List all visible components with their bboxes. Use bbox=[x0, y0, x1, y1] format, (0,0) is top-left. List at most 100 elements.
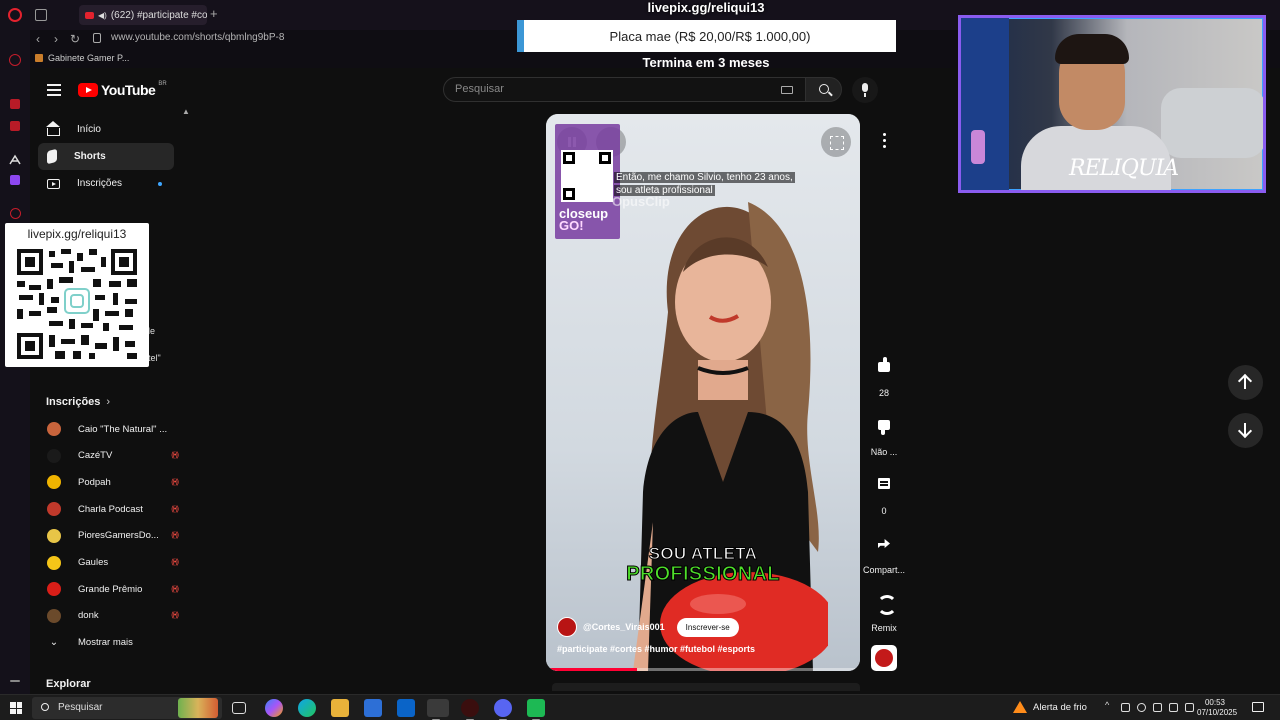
sidebar-item-shorts[interactable]: Shorts bbox=[38, 143, 174, 170]
show-more-button[interactable]: ⌄ Mostrar mais bbox=[38, 629, 178, 655]
livepix-qr-overlay: livepix.gg/reliqui13 bbox=[5, 223, 149, 367]
video-subject-image bbox=[633, 202, 828, 671]
sidebar-subscription-item[interactable]: Charla Podcast ((•)) bbox=[38, 496, 179, 522]
keyboard-icon[interactable] bbox=[781, 86, 793, 94]
more-options-icon[interactable] bbox=[872, 128, 896, 152]
voice-search-button[interactable] bbox=[852, 77, 878, 103]
store-icon[interactable] bbox=[364, 699, 382, 717]
sidebar-item-home[interactable]: Início bbox=[38, 116, 174, 143]
sponsor-brand: closeup GO! bbox=[559, 206, 609, 233]
pinned-app-icon[interactable] bbox=[9, 153, 21, 165]
subscriptions-heading[interactable]: Inscrições › bbox=[46, 396, 110, 408]
goal-deadline: Termina em 3 meses bbox=[642, 55, 770, 70]
task-view-icon[interactable] bbox=[232, 702, 246, 714]
warning-icon bbox=[1013, 701, 1027, 713]
history-icon[interactable] bbox=[10, 208, 21, 219]
opera-gx-taskbar-icon[interactable] bbox=[427, 699, 449, 720]
edge-icon[interactable] bbox=[298, 699, 316, 717]
chevron-down-icon: ⌄ bbox=[49, 636, 59, 648]
network-icon[interactable] bbox=[1169, 703, 1178, 712]
subscribe-button[interactable]: Inscrever-se bbox=[676, 617, 739, 637]
channel-avatar bbox=[47, 582, 61, 597]
search-button[interactable] bbox=[805, 77, 842, 102]
outlook-icon[interactable] bbox=[397, 699, 415, 717]
speaker-icon[interactable]: ◀) bbox=[98, 11, 107, 20]
bookmark-item[interactable]: Gabinete Gamer P... bbox=[35, 53, 129, 63]
sidebar-subscription-item[interactable]: Grande Prêmio ((•)) bbox=[38, 576, 179, 602]
sound-thumbnail[interactable] bbox=[871, 645, 897, 671]
guide-menu-icon[interactable] bbox=[47, 84, 61, 96]
video-hashtags[interactable]: #participate #cortes #humor #futebol #es… bbox=[557, 644, 755, 654]
remix-button[interactable]: Remix bbox=[860, 586, 908, 633]
fullscreen-button[interactable] bbox=[821, 127, 851, 157]
sidebar-item-subscriptions[interactable]: Inscrições bbox=[38, 170, 174, 197]
subscription-name: CazéTV bbox=[78, 450, 113, 462]
youtube-play-icon bbox=[78, 83, 98, 97]
channel-avatar bbox=[47, 608, 61, 623]
tray-app-icon[interactable] bbox=[1153, 703, 1162, 712]
copilot-icon[interactable] bbox=[265, 699, 283, 717]
volume-icon[interactable] bbox=[1185, 703, 1194, 712]
tray-chevron-icon[interactable]: ^ bbox=[1105, 700, 1114, 710]
more-icon[interactable] bbox=[10, 680, 20, 682]
thumbs-down-icon bbox=[868, 410, 900, 442]
webcam-brand: RELIQUIA bbox=[1069, 156, 1179, 181]
system-clock[interactable]: 00:53 07/10/2025 bbox=[1197, 698, 1237, 718]
live-indicator-icon: ((•)) bbox=[171, 532, 179, 540]
youtube-logo[interactable]: YouTube BR bbox=[78, 81, 167, 98]
app2-taskbar-icon[interactable] bbox=[527, 699, 545, 720]
shorts-player[interactable]: closeup GO! Então, me chamo Silvio, tenho… bbox=[546, 114, 860, 671]
file-explorer-icon[interactable] bbox=[331, 699, 349, 717]
dislike-label: Não ... bbox=[870, 447, 898, 457]
back-icon[interactable]: ‹ bbox=[36, 32, 40, 46]
previous-short-button[interactable] bbox=[1228, 365, 1263, 400]
messenger-icon[interactable] bbox=[10, 99, 20, 109]
search-input[interactable] bbox=[455, 83, 775, 95]
remix-label: Remix bbox=[871, 623, 897, 633]
weather-widget[interactable]: Alerta de frio bbox=[1013, 701, 1087, 713]
next-short-button[interactable] bbox=[1228, 413, 1263, 448]
taskbar-search[interactable]: Pesquisar bbox=[32, 697, 222, 719]
discord-icon[interactable] bbox=[494, 699, 512, 720]
reload-icon[interactable]: ↻ bbox=[70, 32, 80, 46]
url-field[interactable]: www.youtube.com/shorts/qbmlng9bP-8 bbox=[111, 32, 284, 43]
channel-avatar bbox=[47, 422, 61, 436]
sidebar-subscription-item[interactable]: Caio "The Natural" ... bbox=[38, 416, 178, 442]
sidebar-scroll-up-icon[interactable]: ▲ bbox=[182, 107, 190, 116]
sidebar-subscription-item[interactable]: Podpah ((•)) bbox=[38, 469, 179, 495]
live-indicator-icon: ((•)) bbox=[171, 585, 179, 593]
app-taskbar-icon[interactable] bbox=[461, 699, 479, 720]
video-progress-bar[interactable] bbox=[546, 668, 860, 671]
sidebar-subscription-item[interactable]: Gaules ((•)) bbox=[38, 550, 179, 576]
lock-icon[interactable] bbox=[93, 33, 101, 43]
sidebar-app-icon[interactable] bbox=[9, 54, 21, 66]
sidebar-subscription-item[interactable]: PioresGamersDo... ((•)) bbox=[38, 523, 179, 549]
music-icon[interactable] bbox=[10, 121, 20, 131]
tab-menu-icon[interactable] bbox=[35, 9, 47, 21]
channel-avatar[interactable] bbox=[557, 617, 577, 637]
tray-app-icon[interactable] bbox=[1137, 703, 1146, 712]
new-tab-icon[interactable]: + bbox=[210, 6, 218, 21]
like-button[interactable]: 28 bbox=[860, 351, 908, 398]
tray-app-icon[interactable] bbox=[1121, 703, 1130, 712]
burned-subtitle-line-1: SOU ATLETA bbox=[648, 544, 758, 564]
channel-avatar bbox=[47, 475, 61, 490]
dislike-button[interactable]: Não ... bbox=[860, 410, 908, 457]
home-icon bbox=[46, 121, 60, 136]
tab-youtube[interactable]: ◀) (622) #participate #co bbox=[79, 5, 207, 25]
opera-logo-icon[interactable] bbox=[8, 8, 22, 22]
livepix-title: livepix.gg/reliqui13 bbox=[647, 0, 765, 15]
sidebar-subscription-item[interactable]: CazéTV ((•)) bbox=[38, 443, 179, 469]
channel-avatar bbox=[47, 502, 61, 517]
sidebar-subscription-item[interactable]: donk ((•)) bbox=[38, 603, 179, 629]
sponsor-qr-image bbox=[561, 150, 613, 202]
channel-name[interactable]: @Cortes_Virais001 bbox=[583, 622, 665, 632]
twitch-icon[interactable] bbox=[10, 175, 20, 185]
notification-icon[interactable] bbox=[1252, 702, 1264, 712]
comments-button[interactable]: 0 bbox=[860, 469, 908, 516]
search-icon bbox=[819, 84, 829, 94]
share-button[interactable]: Compart... bbox=[860, 528, 908, 575]
donation-goal-bar: Placa mae (R$ 20,00/R$ 1.000,00) bbox=[517, 20, 896, 52]
forward-icon[interactable]: › bbox=[54, 32, 58, 46]
windows-start-icon[interactable] bbox=[10, 702, 22, 714]
